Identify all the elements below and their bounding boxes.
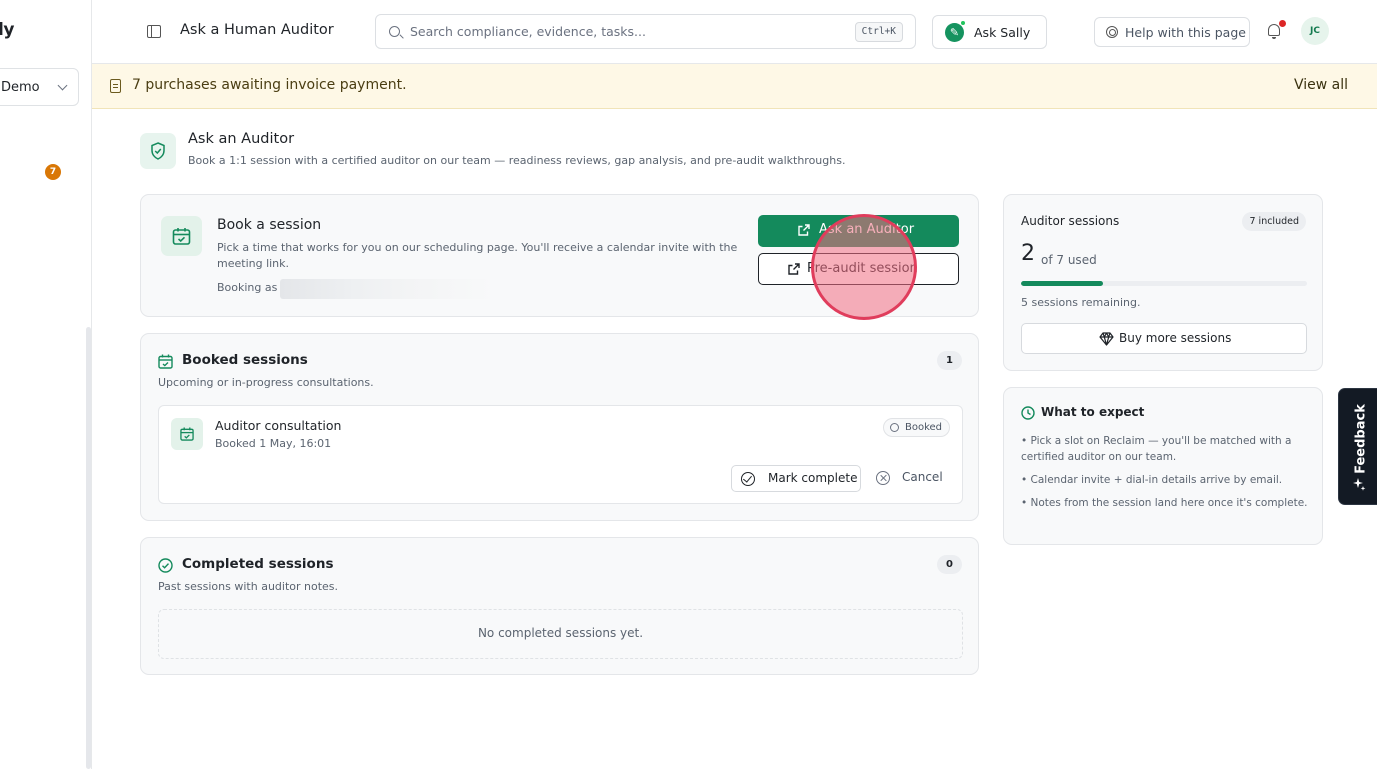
- ask-sally-label: Ask Sally: [974, 25, 1031, 40]
- topbar: Ask a Human Auditor Search compliance, e…: [92, 0, 1377, 64]
- buy-more-sessions-button[interactable]: Buy more sessions: [1021, 323, 1307, 354]
- sessions-remaining: 5 sessions remaining.: [1021, 296, 1141, 309]
- cancel-label: Cancel: [902, 470, 943, 484]
- list-item: Auditor consultation Booked 1 May, 16:01…: [158, 405, 963, 504]
- search-shortcut-hint: Ctrl+K: [854, 22, 903, 42]
- check-circle-icon: [741, 472, 755, 486]
- x-circle-icon: [876, 471, 890, 485]
- what-to-expect-title: What to expect: [1041, 405, 1145, 419]
- what-to-expect-card: What to expect • Pick a slot on Reclaim …: [1003, 387, 1323, 545]
- booking-as-label: Booking as: [217, 281, 278, 294]
- empty-state: No completed sessions yet.: [158, 609, 963, 659]
- ask-sally-button[interactable]: ✎ Ask Sally: [932, 15, 1047, 49]
- auditor-sessions-card: Auditor sessions 7 included 2 of 7 used …: [1003, 194, 1323, 371]
- list-item: • Calendar invite + dial-in details arri…: [1021, 474, 1283, 486]
- page-title: Ask a Human Auditor: [180, 22, 334, 38]
- book-session-title: Book a session: [217, 217, 322, 233]
- bell-icon[interactable]: [1268, 24, 1280, 39]
- what-to-expect-list: • Pick a slot on Reclaim — you'll be mat…: [1021, 433, 1311, 518]
- org-selector-label: Demo: [1, 79, 40, 95]
- section-heading: Ask an Auditor: [188, 131, 295, 147]
- session-title: Auditor consultation: [215, 418, 342, 433]
- completed-sessions-card: Completed sessions Past sessions with au…: [140, 537, 979, 675]
- ask-auditor-button[interactable]: Ask an Auditor: [758, 215, 959, 247]
- sidebar-count-badge[interactable]: 7: [45, 164, 61, 180]
- check-circle-icon: [158, 558, 173, 573]
- sessions-used-label: of 7 used: [1041, 253, 1097, 267]
- list-item: • Pick a slot on Reclaim — you'll be mat…: [1021, 435, 1292, 463]
- list-item: • Notes from the session land here once …: [1021, 497, 1308, 509]
- ask-auditor-label: Ask an Auditor: [819, 222, 915, 237]
- calendar-check-icon: [171, 418, 203, 450]
- sidebar-scrollbar[interactable]: [86, 327, 91, 769]
- feedback-tab[interactable]: Feedback: [1338, 388, 1377, 505]
- pre-audit-session-button[interactable]: Pre-audit session: [758, 253, 959, 285]
- included-badge: 7 included: [1242, 212, 1306, 231]
- clock-icon: [1021, 406, 1035, 420]
- feedback-label: Feedback: [1353, 404, 1369, 474]
- usage-progress-fill: [1021, 281, 1103, 286]
- session-date: Booked 1 May, 16:01: [215, 437, 332, 450]
- view-all-link[interactable]: View all: [1294, 77, 1348, 93]
- avatar[interactable]: JC: [1301, 17, 1329, 45]
- search-bar[interactable]: Search compliance, evidence, tasks... Ct…: [375, 14, 916, 49]
- search-input[interactable]: Search compliance, evidence, tasks...: [410, 24, 646, 39]
- help-label: Help with this page: [1125, 25, 1246, 40]
- status-badge-label: Booked: [904, 422, 942, 433]
- auditor-sessions-title: Auditor sessions: [1021, 214, 1120, 228]
- calendar-check-icon: [158, 354, 173, 369]
- pre-audit-session-label: Pre-audit session: [807, 261, 918, 276]
- help-button[interactable]: Help with this page: [1094, 17, 1250, 47]
- calendar-check-icon: [161, 216, 202, 256]
- sidebar-toggle-icon[interactable]: [147, 25, 161, 38]
- book-session-card: Book a session Pick a time that works fo…: [140, 194, 979, 317]
- empty-state-text: No completed sessions yet.: [477, 626, 644, 640]
- booked-sessions-subtitle: Upcoming or in-progress consultations.: [158, 376, 374, 389]
- sessions-used-count: 2: [1021, 241, 1035, 266]
- external-link-icon: [788, 263, 800, 275]
- sidebar: ly Demo 7: [0, 0, 92, 769]
- clock-icon: [889, 423, 899, 432]
- invoice-banner: 7 purchases awaiting invoice payment. Vi…: [92, 64, 1377, 109]
- completed-sessions-count: 0: [937, 555, 962, 574]
- lifebuoy-icon: [1106, 26, 1118, 38]
- booked-sessions-title: Booked sessions: [182, 352, 308, 368]
- document-icon: [110, 79, 121, 93]
- completed-sessions-subtitle: Past sessions with auditor notes.: [158, 580, 339, 593]
- book-session-description: Pick a time that works for you on our sc…: [217, 241, 738, 270]
- app-logo[interactable]: ly: [0, 20, 14, 40]
- org-selector[interactable]: Demo: [0, 68, 79, 106]
- gem-icon: [1099, 332, 1114, 346]
- redacted-user-email: [280, 279, 495, 299]
- search-icon: [389, 26, 400, 37]
- shield-check-icon: [140, 133, 176, 169]
- usage-progress-bar: [1021, 281, 1307, 286]
- banner-text: 7 purchases awaiting invoice payment.: [132, 77, 407, 93]
- buy-more-sessions-label: Buy more sessions: [1119, 331, 1232, 345]
- mark-complete-label: Mark complete: [768, 471, 858, 485]
- cancel-button[interactable]: Cancel: [872, 465, 950, 492]
- status-badge: Booked: [882, 418, 950, 437]
- mark-complete-button[interactable]: Mark complete: [731, 465, 861, 492]
- booked-sessions-card: Booked sessions Upcoming or in-progress …: [140, 333, 979, 521]
- external-link-icon: [798, 224, 810, 236]
- sparkle-icon: [1353, 478, 1366, 491]
- online-indicator: [960, 20, 966, 26]
- chevron-down-icon: [57, 80, 68, 91]
- section-description: Book a 1:1 session with a certified audi…: [188, 154, 846, 167]
- booked-sessions-count: 1: [937, 351, 962, 370]
- completed-sessions-title: Completed sessions: [182, 556, 334, 572]
- notification-dot: [1279, 20, 1286, 27]
